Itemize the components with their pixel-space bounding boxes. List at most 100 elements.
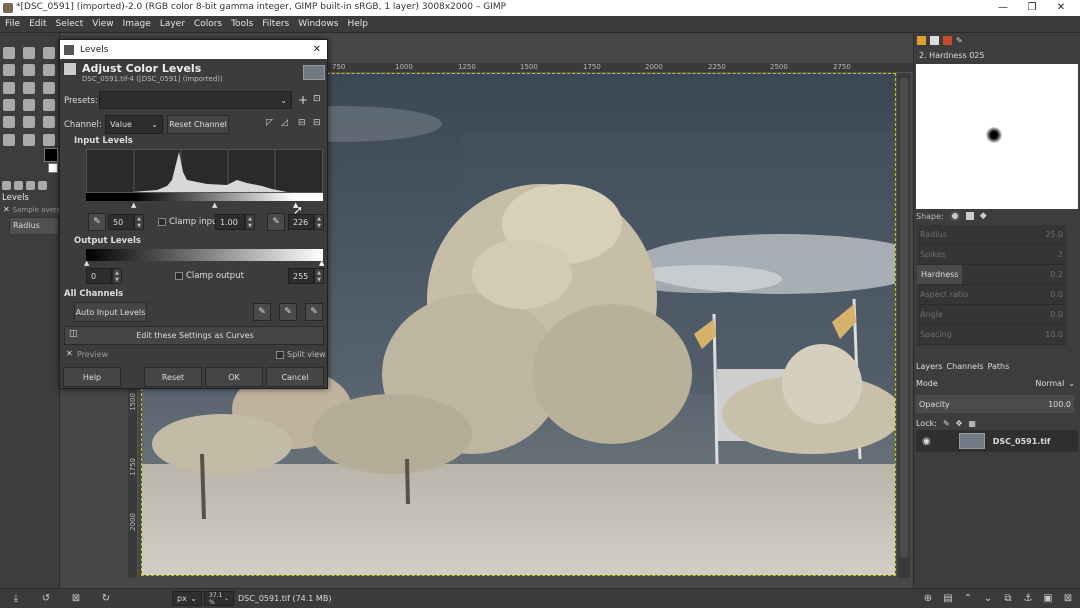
menu-filters[interactable]: Filters [262, 19, 289, 29]
lock-position-icon[interactable]: ✥ [956, 419, 963, 428]
paint-bucket-icon[interactable] [23, 98, 35, 111]
sample-average-row[interactable]: ✕ Sample avera [3, 204, 59, 215]
close-icon[interactable]: ✕ [313, 44, 321, 55]
tab-channels[interactable]: Channels [946, 362, 983, 371]
diamond-shape-icon[interactable]: ◆ [980, 211, 987, 221]
tool-options-tab-icon[interactable] [2, 180, 11, 190]
align-tool-icon[interactable] [43, 81, 55, 94]
input-low-field[interactable]: 50 [108, 214, 134, 230]
angle-slider[interactable]: Angle 0.0 [917, 305, 1066, 325]
fonts-tab-icon[interactable] [930, 36, 939, 45]
transform-tool-icon[interactable] [3, 81, 15, 94]
output-high-field[interactable]: 255 [288, 268, 314, 284]
scrollbar-thumb[interactable] [900, 78, 908, 558]
free-select-tool-icon[interactable] [43, 47, 55, 59]
low-input-handle[interactable]: ▲ [131, 201, 136, 209]
crop-tool-icon[interactable] [3, 64, 15, 77]
export-icon[interactable]: ⤓ [10, 593, 22, 605]
gray-point-picker-icon[interactable]: ✎ [267, 213, 285, 231]
menu-file[interactable]: File [5, 19, 20, 29]
menu-colors[interactable]: Colors [194, 19, 222, 29]
radius-slider[interactable]: Radius [9, 217, 59, 235]
edit-as-curves-button[interactable]: ◫ Edit these Settings as Curves [64, 326, 324, 345]
dialog-title-bar[interactable]: Levels ✕ [60, 40, 327, 59]
warp-tool-icon[interactable] [23, 81, 35, 94]
preview-check-icon[interactable]: ✕ [66, 349, 73, 358]
background-color-swatch[interactable] [48, 163, 58, 173]
menu-edit[interactable]: Edit [29, 19, 46, 29]
white-picker-icon[interactable]: ✎ [305, 303, 323, 321]
refresh-icon[interactable]: ↻ [100, 593, 112, 605]
aspect-ratio-slider[interactable]: Aspect ratio 0.0 [917, 285, 1066, 305]
mask-layer-icon[interactable]: ▣ [1042, 593, 1054, 605]
channel-graph-icon[interactable]: ⊟ [313, 118, 321, 128]
black-point-picker-icon[interactable]: ✎ [88, 213, 106, 231]
brushes-tab-icon[interactable] [917, 36, 926, 45]
unit-selector[interactable]: px ⌄ [172, 591, 202, 606]
spikes-slider[interactable]: Spikes 2 [917, 245, 1066, 265]
menu-layer[interactable]: Layer [160, 19, 185, 29]
auto-input-levels-button[interactable]: Auto Input Levels [74, 302, 147, 322]
output-low-field[interactable]: 0 [86, 268, 112, 284]
gamma-handle[interactable]: ▲ [212, 201, 217, 209]
anchor-layer-icon[interactable]: ⚓ [1022, 593, 1034, 605]
menu-select[interactable]: Select [56, 19, 84, 29]
reset-channel-button[interactable]: Reset Channel [167, 115, 229, 134]
preset-menu-icon[interactable]: ⊡ [313, 94, 321, 104]
paintbrush-tool-icon[interactable] [23, 116, 35, 129]
delete-icon[interactable]: ⊠ [70, 593, 82, 605]
clone-tool-icon[interactable] [3, 133, 15, 146]
lock-alpha-icon[interactable]: ▦ [968, 419, 976, 428]
patterns-tab-icon[interactable] [943, 36, 952, 45]
black-picker-icon[interactable]: ✎ [253, 303, 271, 321]
gamma-field[interactable]: 1.00 [215, 214, 245, 230]
menu-tools[interactable]: Tools [231, 19, 253, 29]
reset-view-icon[interactable]: ↺ [40, 593, 52, 605]
help-button[interactable]: Help [63, 367, 121, 387]
opacity-slider[interactable]: Opacity 100.0 [916, 395, 1074, 413]
clamp-output-checkbox[interactable] [175, 272, 183, 280]
brush-tab-icon[interactable]: ✎ [956, 36, 965, 45]
dodge-tool-icon[interactable] [43, 133, 55, 146]
pencil-tool-icon[interactable] [3, 116, 15, 129]
output-low-spinner[interactable]: ▲ ▼ [112, 268, 122, 284]
delete-layer-icon[interactable]: ⊠ [1062, 593, 1074, 605]
presets-combo[interactable]: ⌄ [99, 91, 292, 109]
add-preset-icon[interactable]: + [298, 93, 308, 107]
layer-row[interactable]: ◉ DSC_0591.tif [916, 430, 1078, 452]
duplicate-layer-icon[interactable]: ⧉ [1002, 593, 1014, 605]
channel-select[interactable]: Value ⌄ [105, 115, 163, 134]
eraser-tool-icon[interactable] [43, 116, 55, 129]
output-high-spinner[interactable]: ▲ ▼ [314, 268, 324, 284]
minimize-button[interactable]: — [989, 0, 1017, 16]
input-high-spinner[interactable]: ▲ ▼ [314, 214, 324, 230]
zoom-selector[interactable]: 37.1 % ⌄ [204, 591, 234, 606]
lock-pixels-icon[interactable]: ✎ [943, 419, 950, 428]
menu-help[interactable]: Help [347, 19, 368, 29]
ellipse-select-tool-icon[interactable] [23, 47, 35, 59]
maximize-button[interactable]: ❐ [1018, 0, 1046, 16]
close-window-button[interactable]: ✕ [1047, 0, 1075, 16]
menu-image[interactable]: Image [123, 19, 151, 29]
zoom-tool-icon[interactable] [43, 64, 55, 77]
linear-histogram-icon[interactable]: ◸ [266, 118, 273, 128]
foreground-color-swatch[interactable] [44, 148, 58, 162]
new-layer-icon[interactable]: ⊕ [922, 593, 934, 605]
tab-paths[interactable]: Paths [988, 362, 1010, 371]
layer-group-icon[interactable]: ▤ [942, 593, 954, 605]
images-tab-icon[interactable] [38, 180, 47, 190]
input-low-spinner[interactable]: ▲ ▼ [134, 214, 144, 230]
tab-layers[interactable]: Layers [916, 362, 942, 371]
radius-slider[interactable]: Radius 25.0 [917, 225, 1066, 245]
undo-history-tab-icon[interactable] [26, 180, 35, 190]
gradient-tool-icon[interactable] [43, 98, 55, 111]
clamp-input-checkbox[interactable] [158, 218, 166, 226]
cancel-button[interactable]: Cancel [266, 367, 324, 387]
vertical-scrollbar[interactable] [898, 73, 910, 578]
high-output-handle[interactable]: ▲ [319, 259, 324, 267]
gray-picker-icon[interactable]: ✎ [279, 303, 297, 321]
lower-layer-icon[interactable]: ⌄ [982, 593, 994, 605]
smudge-tool-icon[interactable] [23, 133, 35, 146]
perspective-tool-icon[interactable] [3, 98, 15, 111]
hardness-slider[interactable]: Hardness 0.2 [917, 265, 1066, 285]
